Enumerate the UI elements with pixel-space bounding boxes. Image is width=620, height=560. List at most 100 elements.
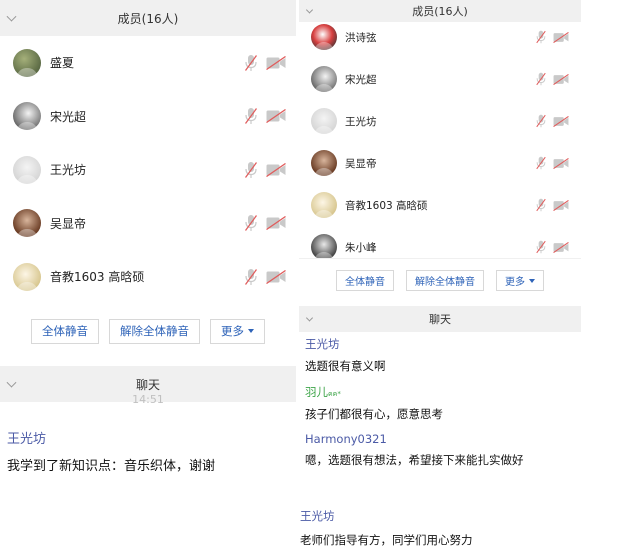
avatar	[13, 155, 41, 184]
mic-muted-icon[interactable]	[536, 114, 546, 128]
avatar	[13, 262, 41, 291]
member-name: 洪诗弦	[345, 31, 377, 44]
member-media-status	[245, 268, 286, 286]
chat-text: 选题很有意义啊	[305, 359, 386, 373]
member-media-status	[245, 214, 286, 232]
member-name: 盛夏	[50, 56, 75, 71]
chat-text: 孩子们都很有心，愿意思考	[305, 407, 443, 421]
avatar	[13, 102, 41, 131]
member-row[interactable]: 王光坊	[0, 143, 296, 197]
member-name: 吴显帝	[50, 216, 87, 231]
caret-down-icon	[248, 329, 254, 333]
more-label: 更多	[221, 326, 244, 338]
mute-controls: 全体静音 解除全体静音 更多	[299, 258, 581, 302]
camera-off-icon[interactable]	[266, 109, 286, 124]
members-header[interactable]: 成员(16人)	[299, 0, 581, 22]
right-meeting-panel: 成员(16人) 洪诗弦 宋光超 王光坊 吴显帝 音教1603 高晗硕 朱小峰 全…	[299, 0, 581, 474]
member-list: 盛夏 宋光超 王光坊 吴显帝 音教1603 高晗硕	[0, 36, 296, 298]
chevron-down-icon[interactable]	[6, 377, 17, 388]
mic-muted-icon[interactable]	[245, 161, 257, 179]
avatar	[311, 192, 337, 218]
member-row[interactable]: 王光坊	[299, 100, 581, 142]
mic-muted-icon[interactable]	[245, 268, 257, 286]
chat-text: 嗯，选题很有想法，希望接下来能扎实做好	[305, 453, 524, 467]
avatar	[311, 234, 337, 258]
chevron-down-icon[interactable]	[305, 6, 314, 14]
mic-muted-icon[interactable]	[536, 240, 546, 254]
member-row[interactable]: 音教1603 高晗硕	[299, 184, 581, 226]
camera-off-icon[interactable]	[553, 73, 569, 85]
avatar	[311, 150, 337, 176]
member-row[interactable]: 朱小峰	[299, 226, 581, 258]
member-media-status	[245, 107, 286, 125]
member-row[interactable]: 洪诗弦	[299, 22, 581, 58]
camera-off-icon[interactable]	[266, 55, 286, 70]
member-name: 宋光超	[50, 109, 87, 124]
member-name: 吴显帝	[345, 157, 377, 170]
avatar	[13, 48, 41, 77]
more-label: 更多	[505, 277, 525, 288]
camera-off-icon[interactable]	[553, 115, 569, 127]
chat-sender: 王光坊	[305, 337, 340, 351]
camera-off-icon[interactable]	[266, 162, 286, 177]
mic-muted-icon[interactable]	[536, 198, 546, 212]
member-media-status	[536, 156, 569, 170]
left-meeting-panel: 成员(16人) 盛夏 宋光超 王光坊 吴显帝 音教1603 高晗硕 全体静音 解…	[0, 0, 296, 480]
mute-all-button[interactable]: 全体静音	[31, 318, 99, 344]
chat-text: 老师们指导有方，同学们用心努力	[300, 533, 473, 547]
chat-message: 王光坊 老师们指导有方，同学们用心努力	[300, 508, 473, 548]
member-media-status	[245, 54, 286, 72]
chat-header[interactable]: 聊天	[299, 306, 581, 332]
member-row[interactable]: 宋光超	[0, 90, 296, 144]
mute-all-button[interactable]: 全体静音	[336, 270, 394, 291]
chat-title: 聊天	[135, 377, 160, 392]
chevron-down-icon[interactable]	[6, 11, 17, 22]
avatar	[13, 209, 41, 238]
camera-off-icon[interactable]	[266, 269, 286, 284]
mic-muted-icon[interactable]	[536, 30, 546, 44]
mic-muted-icon[interactable]	[536, 72, 546, 86]
member-name: 宋光超	[345, 73, 377, 86]
member-media-status	[536, 198, 569, 212]
member-row[interactable]: 宋光超	[299, 58, 581, 100]
chat-message: 羽儿ฅฅ* 孩子们都很有心，愿意思考	[305, 384, 581, 422]
member-name: 音教1603 高晗硕	[50, 270, 145, 285]
avatar	[311, 108, 337, 134]
chat-title: 聊天	[429, 313, 451, 326]
more-button[interactable]: 更多	[210, 318, 265, 344]
camera-off-icon[interactable]	[553, 157, 569, 169]
chat-sender: 羽儿ฅฅ*	[305, 384, 581, 400]
member-row[interactable]: 盛夏	[0, 36, 296, 90]
mute-controls: 全体静音 解除全体静音 更多	[0, 298, 296, 364]
mic-muted-icon[interactable]	[536, 156, 546, 170]
member-row[interactable]: 音教1603 高晗硕	[0, 250, 296, 298]
mic-muted-icon[interactable]	[245, 54, 257, 72]
camera-off-icon[interactable]	[553, 241, 569, 253]
member-name: 朱小峰	[345, 241, 377, 254]
chat-sender: 王光坊	[300, 509, 335, 523]
mic-muted-icon[interactable]	[245, 214, 257, 232]
chat-text: 我学到了新知识点：音乐织体，谢谢	[7, 459, 216, 474]
member-media-status	[536, 240, 569, 254]
member-row[interactable]: 吴显帝	[0, 197, 296, 251]
members-header[interactable]: 成员(16人)	[0, 0, 296, 36]
member-row[interactable]: 吴显帝	[299, 142, 581, 184]
chat-body: 王光坊 我学到了新知识点：音乐织体，谢谢	[0, 402, 296, 474]
mic-muted-icon[interactable]	[245, 107, 257, 125]
chat-body: 王光坊 选题很有意义啊 羽儿ฅฅ* 孩子们都很有心，愿意思考 Harmony03…	[299, 332, 581, 468]
chat-message: Harmony0321 嗯，选题很有想法，希望接下来能扎实做好	[305, 432, 581, 468]
chat-sender-name: 羽儿	[305, 385, 328, 399]
unmute-all-button[interactable]: 解除全体静音	[109, 318, 200, 344]
more-button[interactable]: 更多	[496, 270, 544, 291]
camera-off-icon[interactable]	[553, 199, 569, 211]
chat-sender-tag: ฅฅ*	[328, 390, 341, 398]
chat-message: 王光坊 选题很有意义啊	[305, 336, 581, 374]
unmute-all-button[interactable]: 解除全体静音	[406, 270, 484, 291]
chevron-down-icon[interactable]	[305, 314, 314, 322]
chat-sender: Harmony0321	[305, 432, 387, 446]
members-title: 成员(16人)	[412, 5, 468, 18]
camera-off-icon[interactable]	[266, 216, 286, 231]
camera-off-icon[interactable]	[553, 31, 569, 43]
member-name: 王光坊	[345, 115, 377, 128]
member-media-status	[536, 114, 569, 128]
